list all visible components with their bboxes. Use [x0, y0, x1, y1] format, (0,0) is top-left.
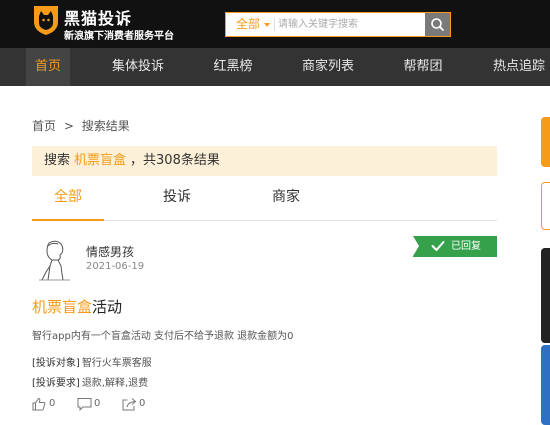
complaint-title-rest: 活动 [92, 298, 123, 316]
complaint-demand: [投诉要求] 退款,解释,退费 [32, 374, 148, 389]
breadcrumb-separator: > [63, 119, 74, 133]
side-tab-dark[interactable] [541, 248, 550, 343]
like-button[interactable]: 0 [32, 396, 58, 412]
comment-icon [77, 398, 92, 411]
complaint-user-name[interactable]: 情感男孩 [86, 243, 134, 260]
search-bar: 全部 [225, 12, 451, 37]
tab-all[interactable]: 全部 [32, 180, 104, 221]
side-tab-outline[interactable] [541, 182, 550, 230]
status-badge: 已回复 [413, 236, 497, 257]
comment-count: 0 [94, 398, 101, 409]
complaint-demand-label: [投诉要求] [32, 378, 80, 389]
result-tabs: 全部 投诉 商家 [32, 180, 497, 221]
share-button[interactable]: 0 [122, 396, 148, 412]
search-input[interactable] [278, 14, 424, 35]
nav-item-group-complaints[interactable]: 集体投诉 [106, 48, 170, 86]
breadcrumb: 首页 > 搜索结果 [32, 117, 134, 134]
logo-title[interactable]: 黑猫投诉 [64, 5, 132, 29]
badge-notch [413, 236, 419, 256]
result-prefix: 搜索 [44, 153, 71, 168]
cat-shield-logo-icon[interactable] [32, 4, 60, 36]
search-divider [274, 18, 275, 31]
nav-item-help-group[interactable]: 帮帮团 [397, 48, 449, 86]
complaint-demand-value: 退款,解释,退费 [81, 378, 149, 389]
result-count: ，共308条结果 [130, 153, 220, 168]
side-tab-orange[interactable] [541, 117, 550, 167]
complaint-target: [投诉对象] 智行火车票客服 [32, 354, 152, 369]
logo-subtitle: 新浪旗下消费者服务平台 [64, 31, 174, 42]
like-count: 0 [49, 398, 56, 409]
search-button[interactable] [425, 13, 450, 36]
search-result-summary: 搜索 机票盲盒 ，共308条结果 [32, 146, 497, 176]
caret-down-icon [264, 23, 270, 27]
complaint-target-value[interactable]: 智行火车票客服 [82, 358, 152, 369]
thumbs-up-icon [32, 397, 46, 411]
breadcrumb-current: 搜索结果 [81, 119, 130, 133]
complaint-description: 智行app内有一个盲盒活动 支付后不给予退款 退款金额为0 [32, 331, 294, 342]
comment-button[interactable]: 0 [77, 396, 103, 412]
complaint-title[interactable]: 机票盲盒活动 [32, 296, 122, 317]
complaint-date: 2021-06-19 [86, 261, 145, 272]
tab-complaints[interactable]: 投诉 [152, 180, 202, 221]
top-header: 黑猫投诉 新浪旗下消费者服务平台 全部 [0, 0, 550, 48]
share-count: 0 [139, 398, 146, 409]
check-icon [431, 241, 445, 251]
search-icon [431, 18, 444, 31]
nav-item-hot-tracking[interactable]: 热点追踪 [487, 48, 550, 86]
breadcrumb-home[interactable]: 首页 [32, 119, 56, 133]
complaint-title-keyword: 机票盲盒 [32, 298, 93, 316]
share-icon [122, 398, 137, 411]
complaint-target-label: [投诉对象] [32, 358, 80, 369]
result-keyword: 机票盲盒 [74, 153, 127, 168]
nav-item-red-black-list[interactable]: 红黑榜 [207, 48, 259, 86]
nav-item-home[interactable]: 首页 [26, 48, 70, 86]
user-avatar-icon[interactable] [36, 238, 74, 282]
nav-item-merchant-list[interactable]: 商家列表 [296, 48, 360, 86]
tab-merchants[interactable]: 商家 [261, 180, 311, 221]
side-tab-blue[interactable] [541, 345, 550, 425]
main-nav: 首页 集体投诉 红黑榜 商家列表 帮帮团 热点追踪 [0, 48, 550, 86]
status-text: 已回复 [451, 241, 481, 252]
